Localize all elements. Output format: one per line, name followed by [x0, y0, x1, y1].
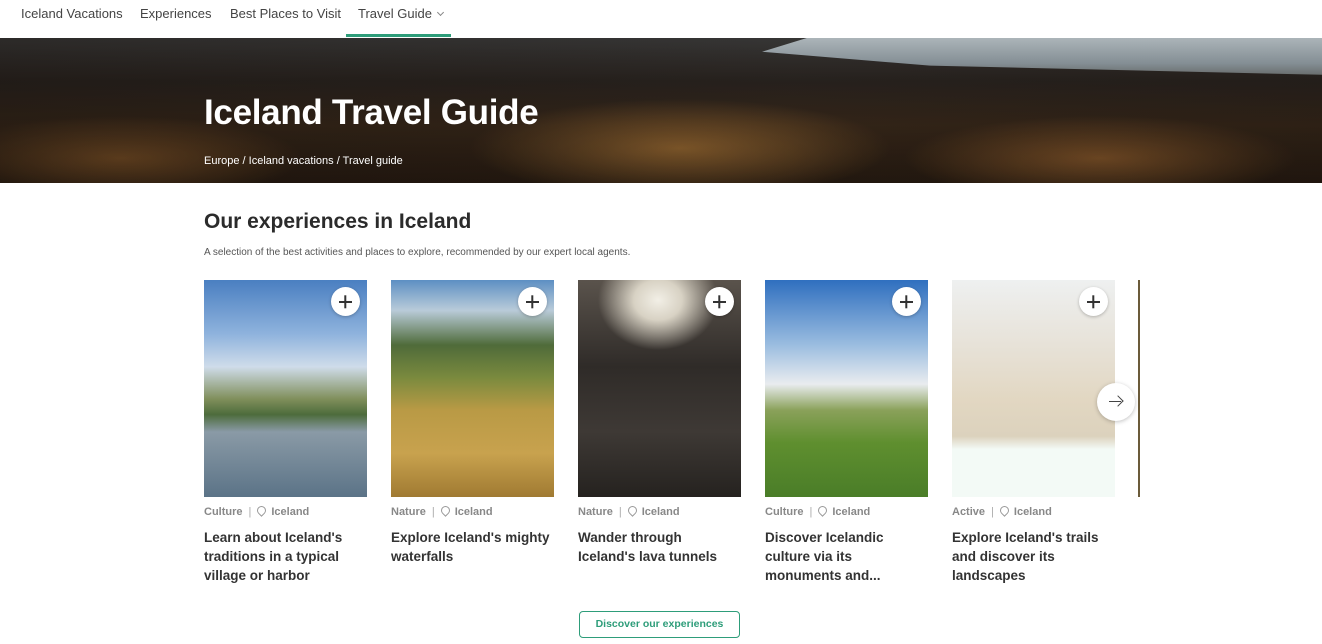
meta-separator: | [248, 506, 252, 518]
breadcrumb-separator: / [333, 155, 343, 167]
card-location: Iceland [641, 506, 680, 518]
meta-separator: | [431, 506, 435, 518]
card-location: Iceland [454, 506, 493, 518]
breadcrumb: Europe / Iceland vacations / Travel guid… [204, 155, 403, 167]
active-tab-indicator [346, 34, 451, 37]
breadcrumb-item-europe[interactable]: Europe [204, 155, 239, 167]
experience-card[interactable]: Nature | Iceland Wander through Iceland's … [578, 280, 741, 590]
card-title[interactable]: Explore Iceland's mighty waterfalls [391, 528, 551, 566]
card-title[interactable]: Discover Icelandic culture via its monum… [765, 528, 925, 585]
nav-item-best-places[interactable]: Best Places to Visit [230, 0, 341, 38]
location-pin-icon [625, 504, 639, 517]
add-to-trip-button[interactable] [705, 287, 734, 316]
card-location: Iceland [271, 506, 310, 518]
nav-item-travel-guide-label: Travel Guide [358, 6, 432, 21]
section-subtitle: A selection of the best activities and p… [204, 247, 631, 258]
location-pin-icon [998, 504, 1011, 517]
card-category: Nature [578, 506, 613, 518]
add-to-trip-button[interactable] [1079, 287, 1108, 316]
nav-item-travel-guide[interactable]: Travel Guide [358, 0, 444, 38]
card-title[interactable]: Wander through Iceland's lava tunnels [578, 528, 738, 566]
hero-banner: Iceland Travel Guide Europe / Iceland va… [0, 38, 1322, 183]
card-meta: Culture | Iceland [204, 504, 310, 518]
card-meta: Active | Iceland [952, 504, 1052, 518]
discover-experiences-button[interactable]: Discover our experiences [579, 611, 740, 638]
nav-item-iceland-vacations[interactable]: Iceland Vacations [21, 0, 123, 38]
card-category: Culture [204, 506, 243, 518]
breadcrumb-item-travel-guide: Travel guide [342, 155, 403, 167]
experience-card[interactable]: Active | Iceland Explore Iceland's trails … [952, 280, 1115, 590]
location-pin-icon [816, 504, 830, 517]
breadcrumb-separator: / [239, 155, 249, 167]
nav-item-experiences[interactable]: Experiences [140, 0, 212, 38]
location-pin-icon [438, 504, 452, 517]
card-meta: Nature | Iceland [391, 504, 493, 518]
card-location: Iceland [832, 506, 871, 518]
card-title[interactable]: Explore Iceland's trails and discover it… [952, 528, 1112, 585]
hero-background-image [762, 38, 1322, 75]
experience-card[interactable]: Nature | Iceland Explore Iceland's mighty … [391, 280, 554, 590]
card-category: Culture [765, 506, 804, 518]
carousel-next-arrow-icon[interactable] [1097, 383, 1135, 421]
card-title[interactable]: Learn about Iceland's traditions in a ty… [204, 528, 364, 585]
meta-separator: | [991, 506, 994, 518]
experience-card[interactable]: Culture | Iceland Discover Icelandic cultu… [765, 280, 928, 590]
chevron-down-icon [436, 8, 444, 17]
card-category: Nature [391, 506, 426, 518]
add-to-trip-button[interactable] [892, 287, 921, 316]
next-card-peek [1138, 280, 1140, 497]
page-title: Iceland Travel Guide [204, 93, 539, 132]
breadcrumb-item-iceland-vacations[interactable]: Iceland vacations [249, 155, 334, 167]
experience-card[interactable]: Culture | Iceland Learn about Iceland's tr… [204, 280, 367, 590]
top-navigation: Iceland Vacations Experiences Best Place… [0, 0, 1322, 38]
card-location: Iceland [1013, 506, 1052, 518]
card-category: Active [952, 506, 986, 518]
meta-separator: | [618, 506, 622, 518]
meta-separator: | [809, 506, 813, 518]
card-meta: Culture | Iceland [765, 504, 871, 518]
location-pin-icon [255, 504, 269, 517]
card-meta: Nature | Iceland [578, 504, 680, 518]
section-title: Our experiences in Iceland [204, 210, 472, 233]
add-to-trip-button[interactable] [331, 287, 360, 316]
add-to-trip-button[interactable] [518, 287, 547, 316]
